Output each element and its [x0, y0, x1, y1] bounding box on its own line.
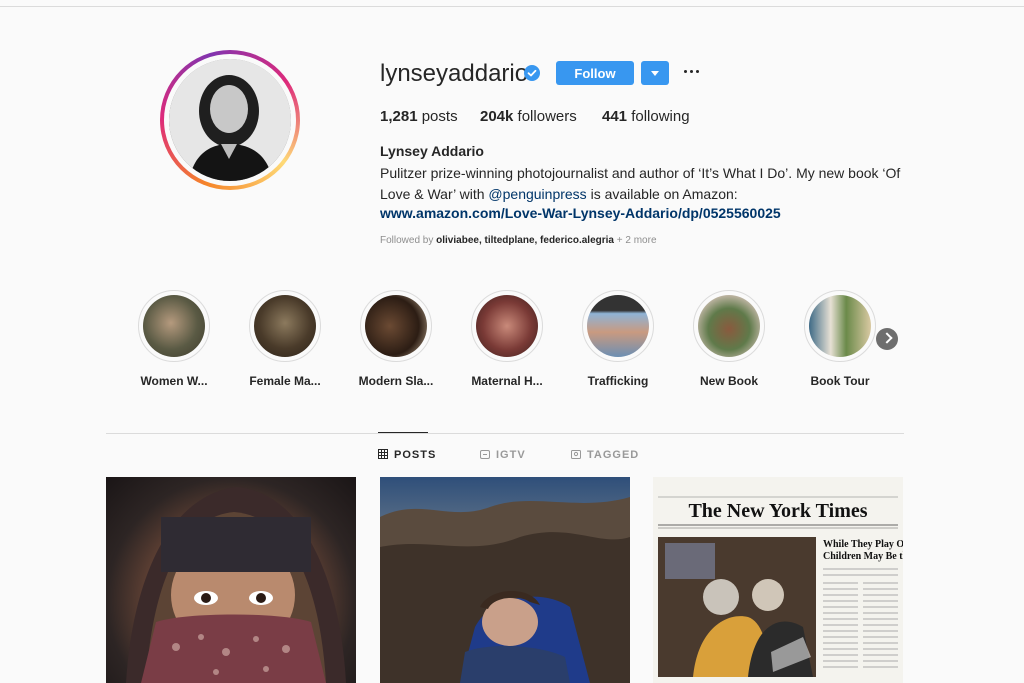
post-thumbnail[interactable] — [380, 477, 630, 683]
highlight-item[interactable]: Maternal H... — [467, 290, 547, 388]
tab-tagged[interactable]: TAGGED — [571, 449, 639, 461]
grid-icon — [378, 449, 388, 459]
highlight-item[interactable]: Book Tour — [800, 290, 880, 388]
tabs-divider — [106, 433, 904, 434]
more-options-icon[interactable] — [682, 62, 702, 82]
chevron-right-icon — [881, 332, 893, 344]
highlight-item[interactable]: Trafficking — [578, 290, 658, 388]
newspaper-headline-1: While They Play Online, — [823, 539, 903, 550]
highlights-next-button[interactable] — [876, 328, 898, 350]
newspaper-headline-2: Children May Be the Pr — [823, 551, 903, 562]
following-count[interactable]: 441 following — [602, 108, 690, 125]
followed-by[interactable]: Followed by oliviabee, tiltedplane, fede… — [380, 235, 657, 246]
followers-count[interactable]: 204k followers — [480, 108, 577, 125]
post-thumbnail[interactable] — [106, 477, 356, 683]
bio: Pulitzer prize-winning photojournalist a… — [380, 165, 901, 202]
newspaper-masthead: The New York Times — [688, 500, 867, 522]
tab-igtv[interactable]: IGTV — [480, 449, 526, 461]
profile-avatar[interactable] — [160, 50, 300, 190]
suggested-accounts-dropdown-button[interactable] — [641, 61, 669, 85]
igtv-icon — [480, 450, 490, 459]
active-tab-indicator — [378, 432, 428, 433]
full-name: Lynsey Addario — [380, 143, 484, 159]
verified-badge-icon — [524, 65, 540, 81]
highlight-item[interactable]: Female Ma... — [245, 290, 325, 388]
highlight-item[interactable]: New Book — [689, 290, 769, 388]
bio-mention-link[interactable]: @penguinpress — [488, 186, 586, 202]
chevron-down-icon — [651, 71, 659, 76]
follow-button[interactable]: Follow — [556, 61, 634, 85]
highlight-item[interactable]: Women W... — [134, 290, 214, 388]
top-divider — [0, 6, 1024, 7]
tab-posts[interactable]: POSTS — [378, 449, 436, 461]
post-thumbnail[interactable]: The New York Times While They Play Onlin… — [653, 477, 903, 683]
website-link[interactable]: www.amazon.com/Love-War-Lynsey-Addario/d… — [380, 205, 781, 221]
tagged-icon — [571, 450, 581, 459]
avatar-photo — [169, 59, 291, 181]
posts-count: 1,281 posts — [380, 108, 458, 125]
username: lynseyaddario — [380, 60, 529, 87]
highlight-item[interactable]: Modern Sla... — [356, 290, 436, 388]
